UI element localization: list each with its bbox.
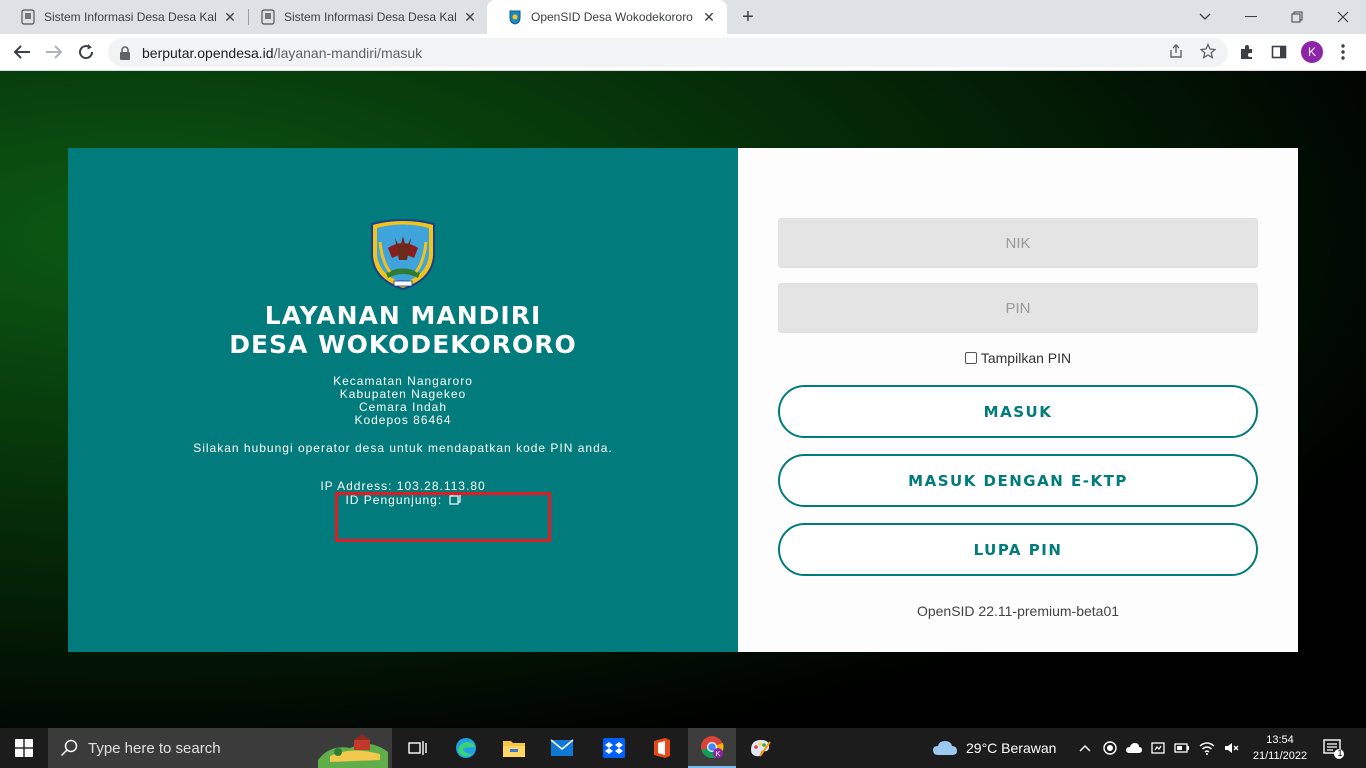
reload-icon[interactable]: [74, 40, 98, 64]
tab-2[interactable]: Sistem Informasi Desa Desa Kalik ✕: [240, 0, 488, 34]
cloud-icon: [933, 741, 957, 755]
window-close-icon[interactable]: [1320, 0, 1366, 34]
title-line-1: LAYANAN MANDIRI: [264, 301, 542, 330]
profile-avatar[interactable]: K: [1301, 41, 1323, 63]
back-arrow-icon[interactable]: [10, 40, 34, 64]
onedrive-cloud-icon[interactable]: [1126, 742, 1142, 754]
new-tab-icon[interactable]: +: [736, 5, 760, 29]
share-icon[interactable]: [1166, 41, 1186, 61]
side-panel-icon[interactable]: [1268, 41, 1290, 63]
mail-icon[interactable]: [538, 728, 586, 768]
close-icon[interactable]: ✕: [701, 9, 717, 25]
pin-input[interactable]: PIN: [778, 283, 1258, 333]
search-icon: [60, 739, 78, 757]
tab-strip: Sistem Informasi Desa Desa Kalik ✕ Siste…: [0, 0, 1366, 34]
village-emblem-logo: [371, 219, 435, 290]
system-tray: [1078, 728, 1240, 768]
village-favicon-icon: [261, 9, 275, 25]
restore-icon[interactable]: [1274, 0, 1320, 34]
taskbar: Type here to search K 29°C Berawan 13:54…: [0, 728, 1366, 768]
extensions-puzzle-icon[interactable]: [1236, 41, 1258, 63]
weather-text: 29°C Berawan: [966, 740, 1057, 756]
masuk-ektp-button[interactable]: MASUK DENGAN E-KTP: [778, 454, 1258, 507]
close-icon[interactable]: ✕: [222, 9, 238, 25]
tab-search-chevron-icon[interactable]: [1182, 0, 1228, 34]
nik-input[interactable]: NIK: [778, 218, 1258, 268]
clock[interactable]: 13:54 21/11/2022: [1252, 732, 1308, 764]
weather-widget[interactable]: 29°C Berawan: [932, 728, 1056, 768]
speaker-muted-icon[interactable]: [1224, 741, 1240, 755]
tab-2-title: Sistem Informasi Desa Desa Kalik: [284, 10, 456, 24]
minimize-icon[interactable]: [1228, 0, 1274, 34]
tab-1-title: Sistem Informasi Desa Desa Kalik: [44, 10, 216, 24]
browser-toolbar: berputar.opendesa.id/layanan-mandiri/mas…: [0, 34, 1366, 71]
chevron-up-icon[interactable]: [1078, 743, 1092, 753]
windows-start-icon[interactable]: [0, 728, 48, 768]
village-favicon-icon: [21, 9, 35, 25]
bookmark-star-icon[interactable]: [1198, 41, 1218, 61]
show-pin-row: Tampilkan PIN: [738, 350, 1298, 366]
chrome-taskbar-icon[interactable]: K: [688, 728, 736, 768]
dropbox-icon[interactable]: [590, 728, 638, 768]
browser-menu-icon[interactable]: [1332, 41, 1354, 63]
show-pin-label[interactable]: Tampilkan PIN: [981, 350, 1071, 366]
notification-count: 1: [1337, 748, 1343, 758]
notification-center[interactable]: 1: [1322, 728, 1344, 768]
pin-info-note: Silakan hubungi operator desa untuk mend…: [193, 441, 613, 455]
opensid-favicon-icon: [509, 10, 521, 25]
title-line-2: DESA WOKODEKORORO: [229, 330, 577, 359]
updates-icon[interactable]: [1151, 741, 1165, 755]
url-path: /layanan-mandiri/masuk: [273, 44, 423, 61]
svg-text:K: K: [716, 751, 721, 758]
page-title: LAYANAN MANDIRI DESA WOKODEKORORO: [68, 301, 738, 359]
office-icon[interactable]: [638, 728, 686, 768]
lupa-pin-button[interactable]: LUPA PIN: [778, 523, 1258, 576]
forward-arrow-icon[interactable]: [42, 40, 66, 64]
battery-icon[interactable]: [1174, 742, 1190, 754]
tab-3[interactable]: OpenSID Desa Wokodekororo - L ✕: [487, 0, 727, 34]
clock-date: 21/11/2022: [1252, 750, 1308, 762]
search-placeholder: Type here to search: [88, 739, 221, 757]
record-icon[interactable]: [1103, 741, 1117, 755]
taskbar-search-input[interactable]: Type here to search: [48, 728, 392, 768]
lock-icon: [120, 45, 130, 60]
show-pin-checkbox[interactable]: [964, 352, 977, 364]
file-explorer-icon[interactable]: [490, 728, 538, 768]
paint-app-icon[interactable]: [736, 728, 784, 768]
wifi-icon[interactable]: [1199, 741, 1215, 755]
tab-3-title: OpenSID Desa Wokodekororo - L: [531, 10, 695, 24]
info-panel: LAYANAN MANDIRI DESA WOKODEKORORO Kecama…: [68, 148, 738, 652]
search-highlight-illustration-icon: [318, 734, 388, 768]
close-icon[interactable]: ✕: [462, 9, 478, 25]
version-text: OpenSID 22.11-premium-beta01: [916, 603, 1120, 619]
clock-time: 13:54: [1266, 734, 1294, 746]
edge-browser-icon[interactable]: [442, 728, 490, 768]
kodepos-text: Kodepos 86464: [354, 413, 452, 427]
task-view-icon[interactable]: [394, 728, 442, 768]
url-host: berputar.opendesa.id: [142, 44, 274, 61]
address-bar[interactable]: berputar.opendesa.id/layanan-mandiri/mas…: [108, 38, 1228, 67]
page-background: LAYANAN MANDIRI DESA WOKODEKORORO Kecama…: [0, 71, 1366, 728]
annotation-highlight-box: [335, 492, 551, 542]
login-form-panel: NIK PIN Tampilkan PIN MASUK MASUK DENGAN…: [738, 148, 1298, 652]
tab-1[interactable]: Sistem Informasi Desa Desa Kalik ✕: [0, 0, 248, 34]
village-address: Kecamatan Nangaroro Kabupaten Nagekeo Ce…: [68, 375, 738, 427]
masuk-button[interactable]: MASUK: [778, 385, 1258, 438]
